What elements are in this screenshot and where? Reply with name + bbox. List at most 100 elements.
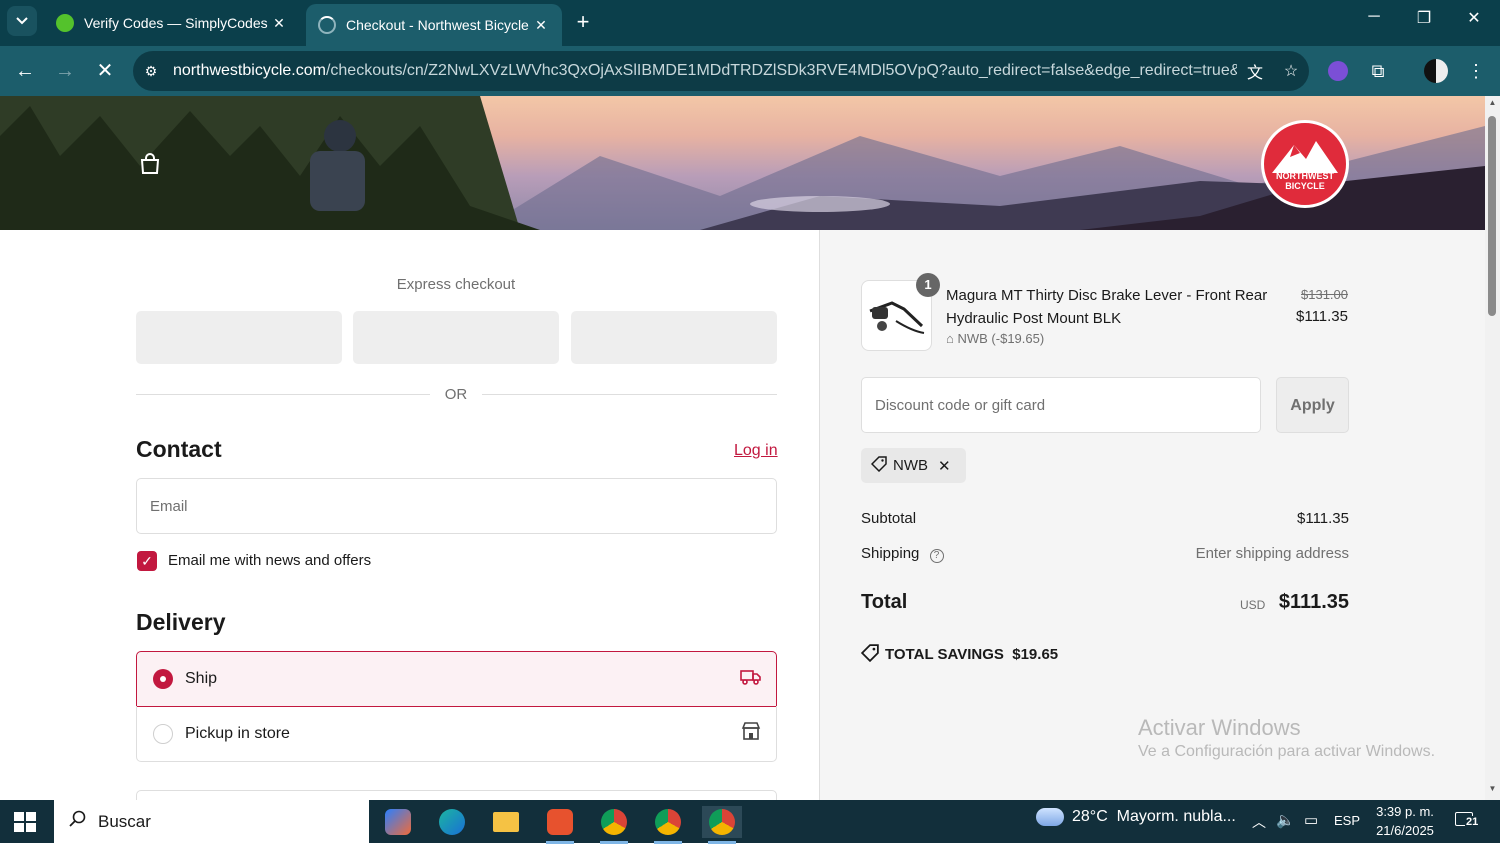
browser-toolbar: ← → ✕ ⚙ northwestbicycle.com/checkouts/c… xyxy=(0,46,1500,96)
product-discount-text: NWB (-$19.65) xyxy=(957,331,1045,346)
taskbar-search-box[interactable]: Buscar xyxy=(54,800,369,843)
quantity-badge: 1 xyxy=(916,273,940,297)
hero-banner: NORTHWEST BICYCLE xyxy=(0,96,1485,230)
cloud-weather-icon xyxy=(1036,808,1064,826)
log-in-link[interactable]: Log in xyxy=(734,442,778,460)
total-label: Total xyxy=(861,591,908,613)
edge-app-icon[interactable] xyxy=(432,806,472,838)
clock-date: 21/6/2025 xyxy=(1376,823,1434,838)
cart-bag-icon[interactable] xyxy=(138,152,162,176)
product-name: Magura MT Thirty Disc Brake Lever - Fron… xyxy=(946,287,1268,327)
notifications-icon[interactable]: 21 xyxy=(1455,810,1485,834)
new-tab-button[interactable]: + xyxy=(570,9,596,35)
scroll-up-arrow-icon[interactable]: ▲ xyxy=(1485,98,1500,107)
subtotal-label: Subtotal xyxy=(861,510,917,527)
tab-title: Checkout - Northwest Bicycle xyxy=(346,17,529,33)
applied-code-chip: NWB ✕ xyxy=(861,448,966,483)
windows-start-icon[interactable] xyxy=(14,812,36,832)
logo-text: NORTHWEST BICYCLE xyxy=(1276,171,1334,191)
back-button[interactable]: ← xyxy=(10,56,40,86)
volume-icon[interactable]: 🔈 xyxy=(1276,811,1295,829)
close-tab-icon[interactable]: ✕ xyxy=(532,17,550,34)
discount-code-field[interactable]: Discount code or gift card xyxy=(861,377,1261,433)
translate-icon[interactable]: 文 xyxy=(1237,59,1273,83)
browser-menu-icon[interactable]: ⋮ xyxy=(1463,58,1489,84)
checkout-page: NORTHWEST BICYCLE Express checkout OR Co… xyxy=(0,96,1485,800)
savings-value: $19.65 xyxy=(1012,645,1059,663)
weather-widget[interactable]: 28°C Mayorm. nubla... xyxy=(1036,808,1236,826)
language-indicator[interactable]: ESP xyxy=(1334,813,1360,828)
extensions-puzzle-icon[interactable]: ⧉ xyxy=(1365,58,1391,84)
url-path: /checkouts/cn/Z2NwLXVzLWVhc3QxOjAxSlIBMD… xyxy=(325,62,1237,79)
express-pay-button-2[interactable] xyxy=(353,311,559,364)
help-circle-icon[interactable]: ? xyxy=(929,549,944,563)
express-checkout-label: Express checkout xyxy=(396,276,516,293)
notification-count: 21 xyxy=(1465,816,1480,828)
shipping-row: Shipping ? xyxy=(861,545,944,563)
truck-icon xyxy=(726,669,776,690)
brave-app-icon[interactable] xyxy=(540,806,580,844)
bookmark-star-icon[interactable]: ☆ xyxy=(1273,61,1309,81)
chrome-active-app-icon[interactable] xyxy=(702,806,742,844)
tab-search-button[interactable] xyxy=(7,6,37,36)
chevron-down-icon xyxy=(16,17,28,25)
search-icon xyxy=(68,810,86,833)
url-text[interactable]: northwestbicycle.com/checkouts/cn/Z2NwLX… xyxy=(169,62,1237,80)
minimize-button[interactable]: ─ xyxy=(1359,8,1389,26)
total-savings: TOTAL SAVINGS $19.65 xyxy=(860,644,1059,666)
next-section-box xyxy=(136,790,777,800)
pickup-radio[interactable] xyxy=(153,723,173,744)
scroll-down-arrow-icon[interactable]: ▼ xyxy=(1485,784,1500,793)
northwest-bicycle-logo[interactable]: NORTHWEST BICYCLE xyxy=(1261,120,1349,208)
chrome-app-icon[interactable] xyxy=(594,806,634,844)
store-icon xyxy=(726,722,776,745)
product-discount: ⌂ NWB (-$19.65) xyxy=(946,331,1044,346)
total-value: $111.35 xyxy=(1278,591,1349,613)
clock-time: 3:39 p. m. xyxy=(1376,804,1434,819)
clock[interactable]: 3:39 p. m. 21/6/2025 xyxy=(1366,802,1444,840)
windows-taskbar: Buscar 28°C Mayorm. nubla... ︿ 🔈 ▭ ESP 3… xyxy=(0,800,1500,844)
express-pay-button-3[interactable] xyxy=(571,311,777,364)
address-bar[interactable]: ⚙ northwestbicycle.com/checkouts/cn/Z2Nw… xyxy=(133,51,1309,91)
scrollbar-thumb[interactable] xyxy=(1488,116,1496,316)
pickup-label: Pickup in store xyxy=(185,724,290,742)
divider xyxy=(136,394,430,395)
extension-simplycodes-icon[interactable] xyxy=(1325,58,1351,84)
original-price: $131.00 xyxy=(1301,287,1348,302)
shipping-label: Shipping xyxy=(861,545,920,562)
email-field[interactable]: Email xyxy=(136,478,777,534)
tab-checkout[interactable]: Checkout - Northwest Bicycle ✕ xyxy=(306,4,562,46)
apply-button[interactable]: Apply xyxy=(1276,377,1349,433)
delivery-option-pickup[interactable]: Pickup in store xyxy=(136,706,777,762)
stop-loading-button[interactable]: ✕ xyxy=(90,56,120,86)
copilot-app-icon[interactable] xyxy=(378,806,418,838)
close-window-button[interactable]: ✕ xyxy=(1459,8,1489,28)
express-pay-button-1[interactable] xyxy=(136,311,342,364)
newsletter-checkbox[interactable]: ✓ xyxy=(137,551,157,571)
tag-icon: ⌂ xyxy=(946,331,954,346)
tag-icon xyxy=(870,455,887,476)
chrome-profile-app-icon[interactable] xyxy=(648,806,688,844)
contact-heading: Contact xyxy=(136,436,222,462)
network-icon[interactable]: ▭ xyxy=(1304,811,1318,829)
remove-code-icon[interactable]: ✕ xyxy=(938,457,951,475)
file-explorer-icon[interactable] xyxy=(486,806,526,838)
restore-button[interactable]: ❐ xyxy=(1409,8,1439,28)
delivery-heading: Delivery xyxy=(136,609,226,635)
shipping-value: Enter shipping address xyxy=(1195,545,1349,562)
page-scrollbar[interactable]: ▲ ▼ xyxy=(1485,96,1500,800)
divider xyxy=(482,394,777,395)
ship-label: Ship xyxy=(185,670,218,687)
ship-radio[interactable] xyxy=(153,669,173,689)
site-info-icon[interactable]: ⚙ xyxy=(133,63,169,80)
tab-simplycodes[interactable]: Verify Codes — SimplyCodes ✕ xyxy=(44,4,300,42)
total-currency: USD xyxy=(1240,598,1266,612)
forward-button[interactable]: → xyxy=(50,56,80,86)
search-placeholder: Buscar xyxy=(98,811,151,831)
browser-tab-strip: Verify Codes — SimplyCodes ✕ Checkout - … xyxy=(0,0,1500,46)
loading-spinner-icon xyxy=(318,16,336,34)
close-tab-icon[interactable]: ✕ xyxy=(270,15,288,32)
profile-avatar[interactable] xyxy=(1423,58,1449,84)
tray-chevron-up-icon[interactable]: ︿ xyxy=(1252,812,1266,832)
delivery-option-ship[interactable]: Ship xyxy=(136,651,777,707)
